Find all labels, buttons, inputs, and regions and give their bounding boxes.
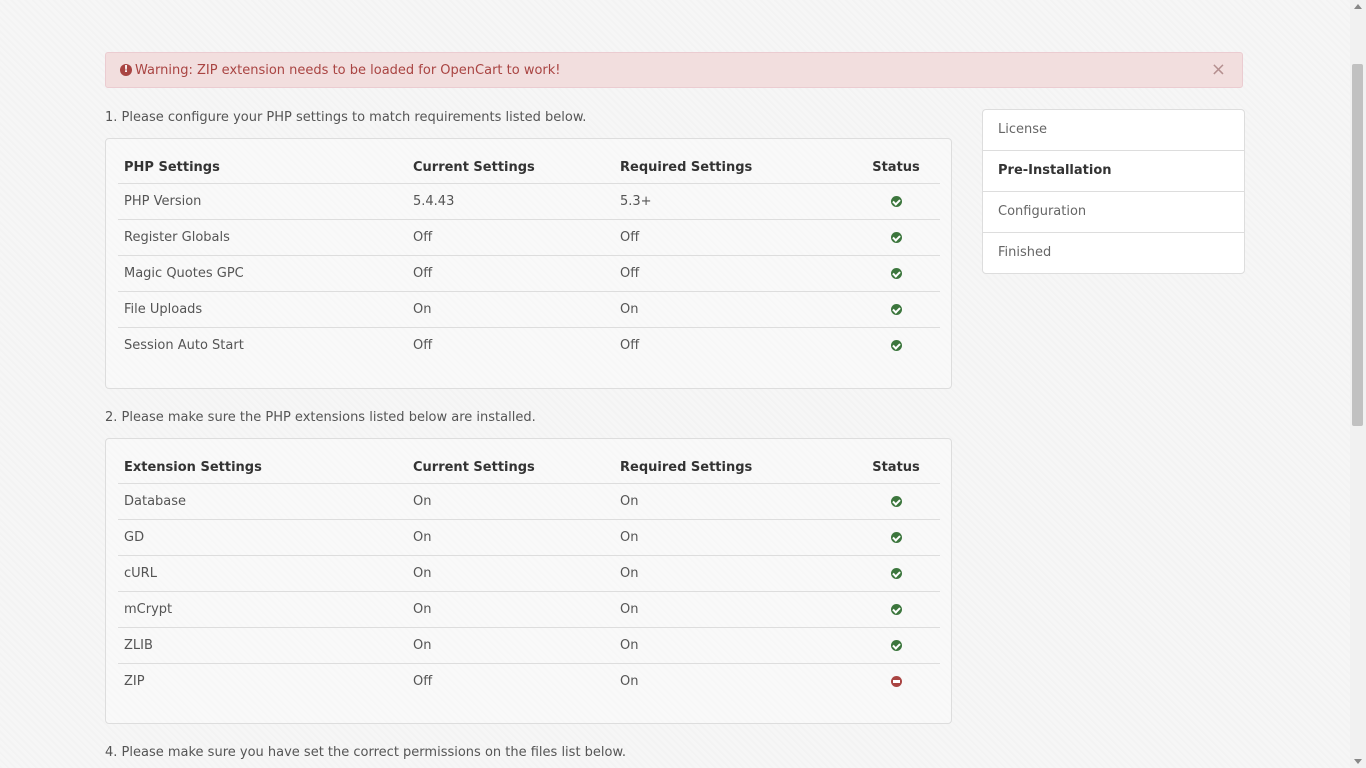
header-required-settings: Required Settings: [614, 151, 852, 184]
check-circle-icon: [890, 232, 902, 243]
row-name: Register Globals: [118, 219, 407, 256]
step-pre-installation[interactable]: Pre-Installation: [983, 151, 1244, 192]
row-name: PHP Version: [118, 183, 407, 220]
row-required-setting: Off: [620, 338, 640, 353]
check-circle-icon: [890, 196, 902, 207]
extension-settings-panel: Extension Settings Current Settings Requ…: [105, 438, 952, 724]
row-status: [852, 519, 940, 556]
check-circle-icon: [890, 568, 902, 579]
extension-settings-table: Extension Settings Current Settings Requ…: [118, 451, 940, 699]
header-status: Status: [852, 451, 940, 484]
row-required-setting: 5.3+: [614, 183, 852, 220]
table-row: Magic Quotes GPC Off Off: [118, 255, 940, 292]
exclamation-circle-icon: !: [120, 64, 132, 76]
row-current-setting: On: [407, 591, 614, 628]
row-status: [852, 291, 940, 328]
header-php-settings: PHP Settings: [118, 151, 407, 184]
row-required-setting: On: [614, 555, 852, 592]
row-required-setting: On: [614, 291, 852, 328]
row-name: ZIP: [124, 674, 145, 689]
section2-title: 2. Please make sure the PHP extensions l…: [105, 410, 536, 425]
header-current-settings: Current Settings: [407, 151, 614, 184]
row-status: [852, 255, 940, 292]
table-row: Database On On: [118, 483, 940, 520]
vertical-scrollbar[interactable]: [1350, 0, 1366, 768]
check-circle-icon: [890, 340, 902, 351]
row-required-setting: On: [614, 519, 852, 556]
warning-alert: ! Warning: ZIP extension needs to be loa…: [105, 52, 1243, 88]
row-required-setting: Off: [614, 255, 852, 292]
row-current-setting: On: [407, 555, 614, 592]
check-circle-icon: [890, 532, 902, 543]
row-required-setting: Off: [614, 219, 852, 256]
row-status: [852, 183, 940, 220]
row-current-setting: On: [407, 519, 614, 556]
row-name: Magic Quotes GPC: [118, 255, 407, 292]
step-license[interactable]: License: [983, 110, 1244, 151]
install-steps-nav: License Pre-Installation Configuration F…: [982, 109, 1245, 274]
row-current-setting: On: [407, 627, 614, 664]
row-status: [852, 328, 940, 364]
row-status: [852, 627, 940, 664]
row-current-setting: 5.4.43: [407, 183, 614, 220]
close-icon[interactable]: ×: [1211, 61, 1226, 79]
header-status: Status: [852, 151, 940, 184]
check-circle-icon: [890, 304, 902, 315]
row-current-setting: Off: [407, 255, 614, 292]
row-current-setting: On: [407, 483, 614, 520]
row-status: [852, 219, 940, 256]
check-circle-icon: [890, 604, 902, 615]
check-circle-icon: [890, 496, 902, 507]
row-name: mCrypt: [118, 591, 407, 628]
table-row: mCrypt On On: [118, 591, 940, 628]
table-row: Register Globals Off Off: [118, 219, 940, 256]
row-status: [852, 483, 940, 520]
section1-title: 1. Please configure your PHP settings to…: [105, 110, 587, 125]
row-name: Database: [118, 483, 407, 520]
step-finished[interactable]: Finished: [983, 233, 1244, 273]
row-required-setting: On: [614, 627, 852, 664]
row-name: File Uploads: [118, 291, 407, 328]
row-status: [852, 664, 940, 700]
header-required-settings: Required Settings: [614, 451, 852, 484]
row-current-setting: On: [407, 291, 614, 328]
table-row: ZIP Off On: [118, 664, 940, 700]
php-settings-table: PHP Settings Current Settings Required S…: [118, 151, 940, 363]
row-name: GD: [118, 519, 407, 556]
table-row: Session Auto Start Off Off: [118, 328, 940, 364]
minus-circle-icon: [890, 676, 902, 687]
row-current-setting: Off: [407, 219, 614, 256]
check-circle-icon: [890, 640, 902, 651]
table-row: GD On On: [118, 519, 940, 556]
header-extension-settings: Extension Settings: [118, 451, 407, 484]
check-circle-icon: [890, 268, 902, 279]
scroll-down-arrow-icon[interactable]: [1354, 759, 1362, 764]
alert-message: Warning: ZIP extension needs to be loade…: [135, 63, 561, 78]
row-current-setting: Off: [413, 338, 433, 353]
header-current-settings: Current Settings: [407, 451, 614, 484]
section4-title: 4. Please make sure you have set the cor…: [105, 745, 627, 760]
row-status: [852, 555, 940, 592]
table-row: File Uploads On On: [118, 291, 940, 328]
row-current-setting: Off: [413, 674, 433, 689]
row-required-setting: On: [614, 483, 852, 520]
table-row: PHP Version 5.4.43 5.3+: [118, 183, 940, 220]
row-status: [852, 591, 940, 628]
scroll-up-arrow-icon[interactable]: [1354, 4, 1362, 9]
scrollbar-thumb[interactable]: [1352, 64, 1363, 426]
row-name: Session Auto Start: [124, 338, 244, 353]
php-settings-panel: PHP Settings Current Settings Required S…: [105, 138, 952, 389]
step-configuration[interactable]: Configuration: [983, 192, 1244, 233]
row-required-setting: On: [620, 674, 639, 689]
row-required-setting: On: [614, 591, 852, 628]
table-row: cURL On On: [118, 555, 940, 592]
table-row: ZLIB On On: [118, 627, 940, 664]
row-name: ZLIB: [118, 627, 407, 664]
row-name: cURL: [118, 555, 407, 592]
